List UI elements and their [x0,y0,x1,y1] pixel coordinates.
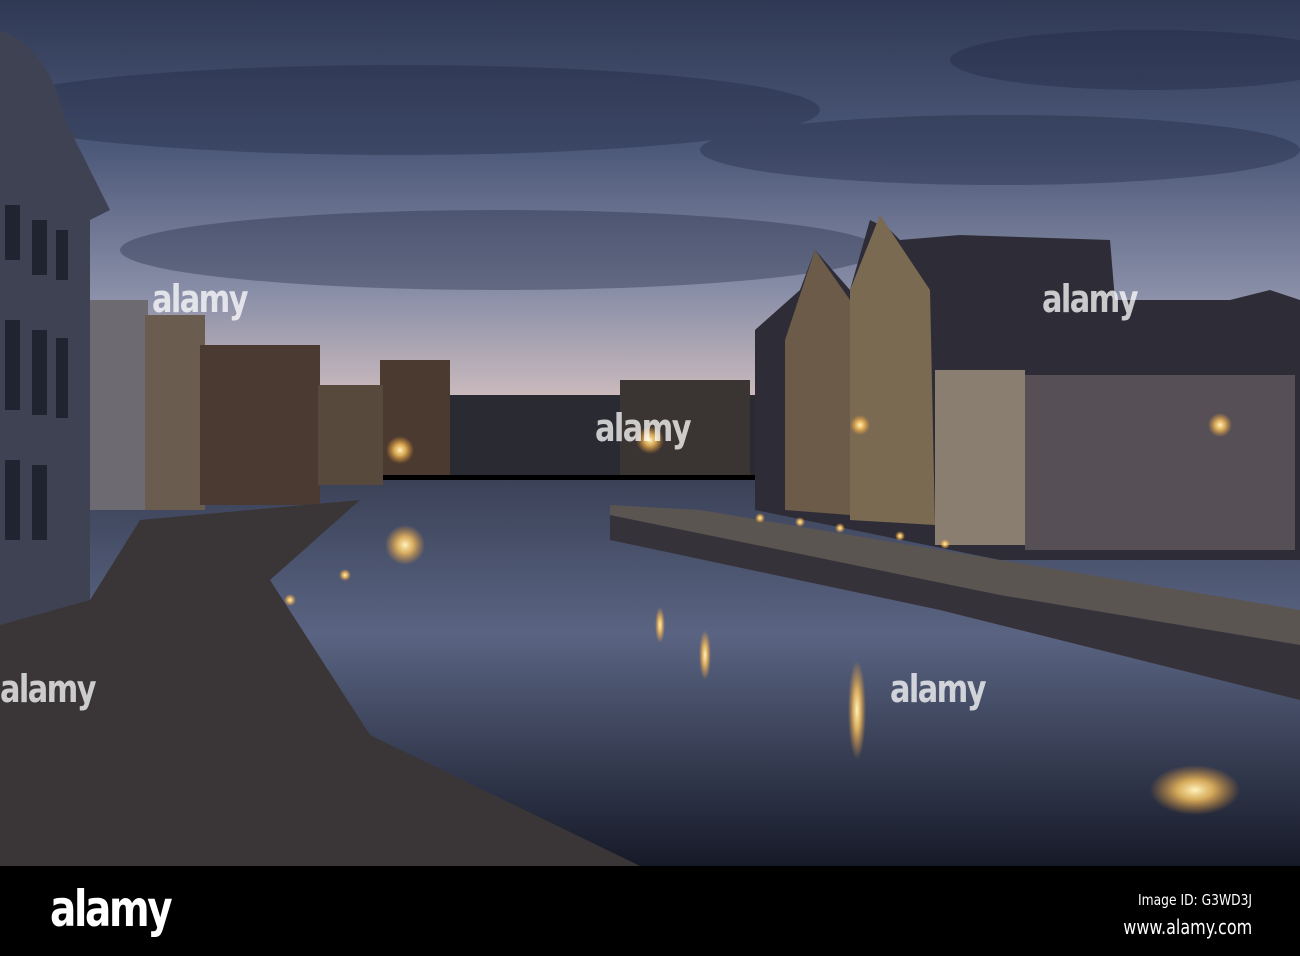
stock-photo: alamy alamy alamy alamy alamy alamy Imag… [0,0,1300,956]
image-id: Image ID: G3WD3J [1137,891,1252,909]
website-url: www.alamy.com [1123,915,1252,939]
alamy-logo: alamy [50,880,173,938]
footer-bar: alamy Image ID: G3WD3J www.alamy.com [0,866,1300,956]
